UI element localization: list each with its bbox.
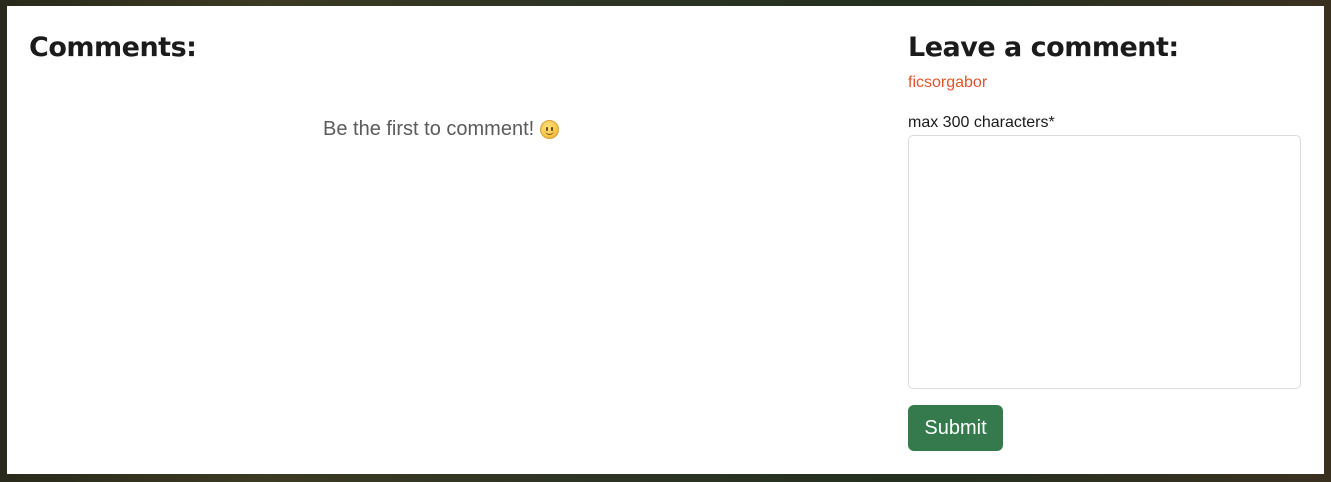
slightly-smiling-face-icon [540, 120, 560, 139]
empty-comments-message: Be the first to comment! [323, 118, 560, 141]
comments-heading: Comments: [29, 32, 197, 63]
empty-comments-text: Be the first to comment! [323, 118, 535, 140]
submit-button[interactable]: Submit [908, 405, 1003, 451]
leave-comment-heading: Leave a comment: [908, 32, 1179, 63]
comment-textarea[interactable] [908, 135, 1301, 389]
comments-card: Comments: Be the first to comment! Leave… [7, 6, 1324, 474]
textarea-label: max 300 characters* [908, 114, 1055, 131]
username-link[interactable]: ficsorgabor [908, 74, 987, 92]
